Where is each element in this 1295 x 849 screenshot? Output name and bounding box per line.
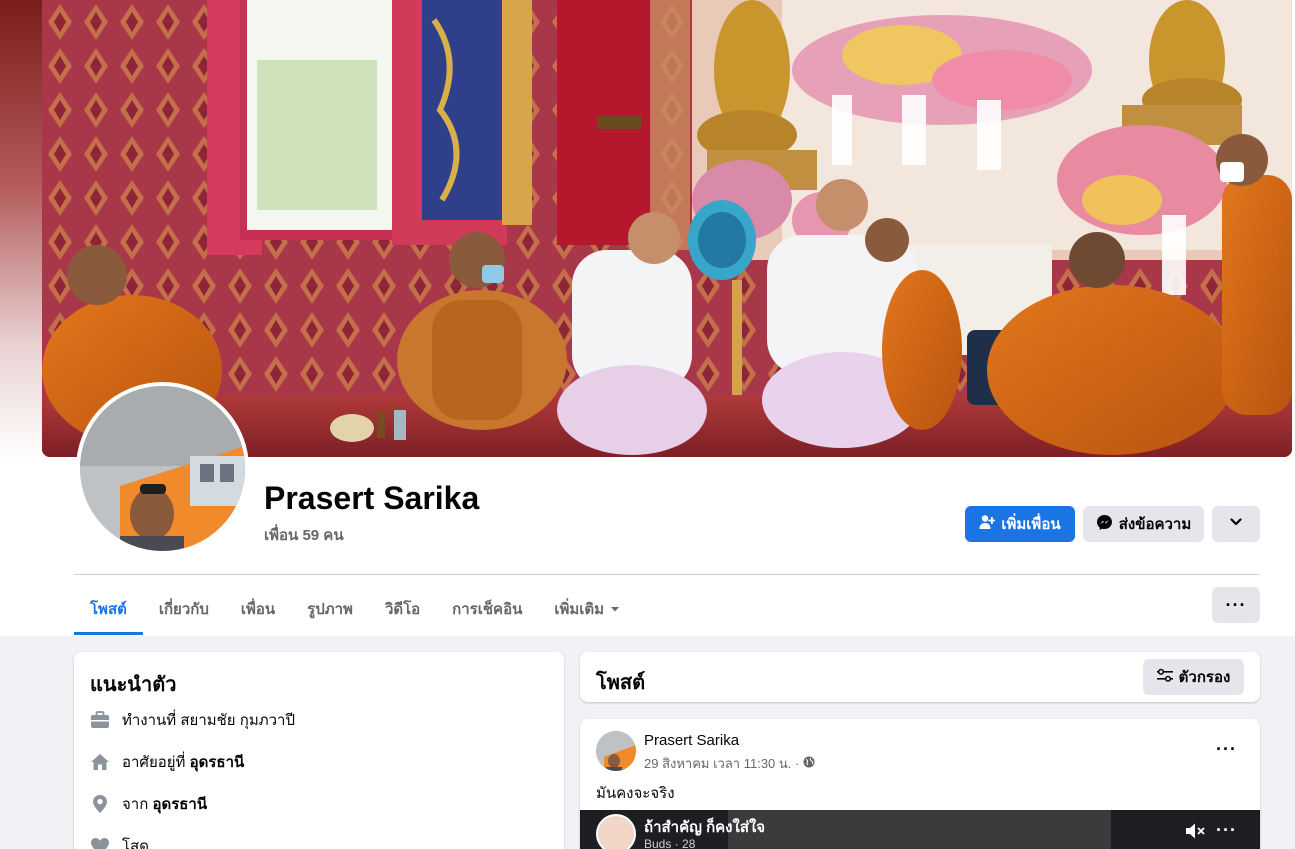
- intro-title: แนะนำตัว: [90, 674, 177, 696]
- caret-down-icon: [610, 601, 620, 618]
- header-divider: [74, 574, 1260, 575]
- more-dots-icon: ···: [1225, 594, 1247, 615]
- tab-about[interactable]: เกี่ยวกับ: [143, 583, 225, 635]
- video-options-icon[interactable]: ···: [1216, 820, 1237, 841]
- page-edge-gradient: [0, 0, 42, 460]
- tab-label: รูปภาพ: [307, 601, 353, 618]
- work-prefix: ทำงานที่: [122, 712, 181, 729]
- sliders-icon: [1156, 668, 1173, 686]
- tab-checkins[interactable]: การเช็คอิน: [436, 583, 538, 635]
- messenger-icon: [1096, 514, 1113, 535]
- post-text: มันคงจะจริง: [596, 785, 675, 802]
- home-icon: [90, 752, 110, 772]
- video-title: ถ้าสำคัญ ก็คงใส่ใจ: [644, 819, 766, 836]
- profile-avatar[interactable]: [76, 382, 249, 555]
- tab-posts[interactable]: โพสต์: [74, 583, 143, 635]
- profile-header: Prasert Sarika เพื่อน 59 คน เพิ่มเพื่อน …: [0, 0, 1295, 636]
- add-friend-label: เพิ่มเพื่อน: [1001, 516, 1061, 533]
- message-button[interactable]: ส่งข้อความ: [1083, 506, 1204, 542]
- friend-count[interactable]: เพื่อน 59 คน: [264, 523, 344, 547]
- tab-label: โพสต์: [90, 601, 127, 618]
- chevron-down-icon: [1229, 515, 1243, 533]
- profile-tabs: โพสต์ เกี่ยวกับ เพื่อน รูปภาพ วิดีโอ การ…: [74, 583, 636, 635]
- briefcase-icon: [90, 710, 110, 730]
- intro-lives: อาศัยอยู่ที่ อุดรธานี: [90, 750, 244, 774]
- profile-name: Prasert Sarika: [264, 480, 480, 516]
- cover-photo[interactable]: [42, 0, 1292, 457]
- tab-label: การเช็คอิน: [452, 601, 523, 618]
- profile-more-button[interactable]: [1212, 506, 1260, 542]
- lives-place[interactable]: อุดรธานี: [190, 754, 245, 771]
- from-place[interactable]: อุดรธานี: [152, 796, 207, 813]
- work-place[interactable]: สยามชัย กุมภวาปี: [180, 712, 295, 729]
- post-card: Prasert Sarika 29 สิงหาคม เวลา 11:30 น. …: [580, 719, 1260, 849]
- person-plus-icon: [979, 514, 996, 534]
- posts-header-card: โพสต์ ตัวกรอง: [580, 652, 1260, 702]
- lives-prefix: อาศัยอยู่ที่: [122, 754, 190, 771]
- post-options-icon[interactable]: ···: [1216, 739, 1237, 760]
- intro-relationship: โสด: [90, 834, 149, 849]
- tab-label: เพื่อน: [240, 601, 276, 618]
- tab-label: เกี่ยวกับ: [158, 601, 209, 618]
- add-friend-button[interactable]: เพิ่มเพื่อน: [965, 506, 1075, 542]
- avatar-image: [80, 386, 245, 551]
- heart-icon: [90, 836, 110, 849]
- speaker-mute-icon[interactable]: [1185, 822, 1207, 845]
- intro-from: จาก อุดรธานี: [90, 792, 207, 816]
- tabs-more-options-button[interactable]: ···: [1212, 587, 1260, 623]
- post-timestamp: 29 สิงหาคม เวลา 11:30 น. ·: [644, 753, 815, 774]
- tab-more[interactable]: เพิ่มเติม: [538, 583, 636, 635]
- post-video[interactable]: ถ้าสำคัญ ก็คงใส่ใจ Buds · 28 ···: [580, 810, 1260, 849]
- video-thumbnail: [728, 810, 1111, 849]
- tab-videos[interactable]: วิดีโอ: [369, 583, 436, 635]
- video-channel-avatar: [596, 814, 636, 849]
- location-pin-icon: [90, 794, 110, 814]
- tab-photos[interactable]: รูปภาพ: [291, 583, 369, 635]
- relationship-status: โสด: [122, 838, 149, 849]
- post-author-name[interactable]: Prasert Sarika: [644, 732, 739, 749]
- post-time-text[interactable]: 29 สิงหาคม เวลา 11:30 น. ·: [644, 753, 799, 774]
- post-author-avatar[interactable]: [596, 731, 636, 771]
- filter-label: ตัวกรอง: [1178, 669, 1231, 686]
- tab-friends[interactable]: เพื่อน: [225, 583, 291, 635]
- posts-title: โพสต์: [596, 672, 646, 694]
- globe-icon: [803, 756, 815, 771]
- tab-label: วิดีโอ: [384, 601, 421, 618]
- message-label: ส่งข้อความ: [1118, 516, 1192, 533]
- from-prefix: จาก: [122, 796, 153, 813]
- intro-work: ทำงานที่ สยามชัย กุมภวาปี: [90, 708, 295, 732]
- filter-button[interactable]: ตัวกรอง: [1143, 659, 1244, 695]
- cover-photo-image: [42, 0, 1292, 457]
- tab-label: เพิ่มเติม: [554, 601, 605, 618]
- intro-card: แนะนำตัว ทำงานที่ สยามชัย กุมภวาปี อาศัย…: [74, 652, 564, 849]
- video-subtitle: Buds · 28: [644, 837, 696, 849]
